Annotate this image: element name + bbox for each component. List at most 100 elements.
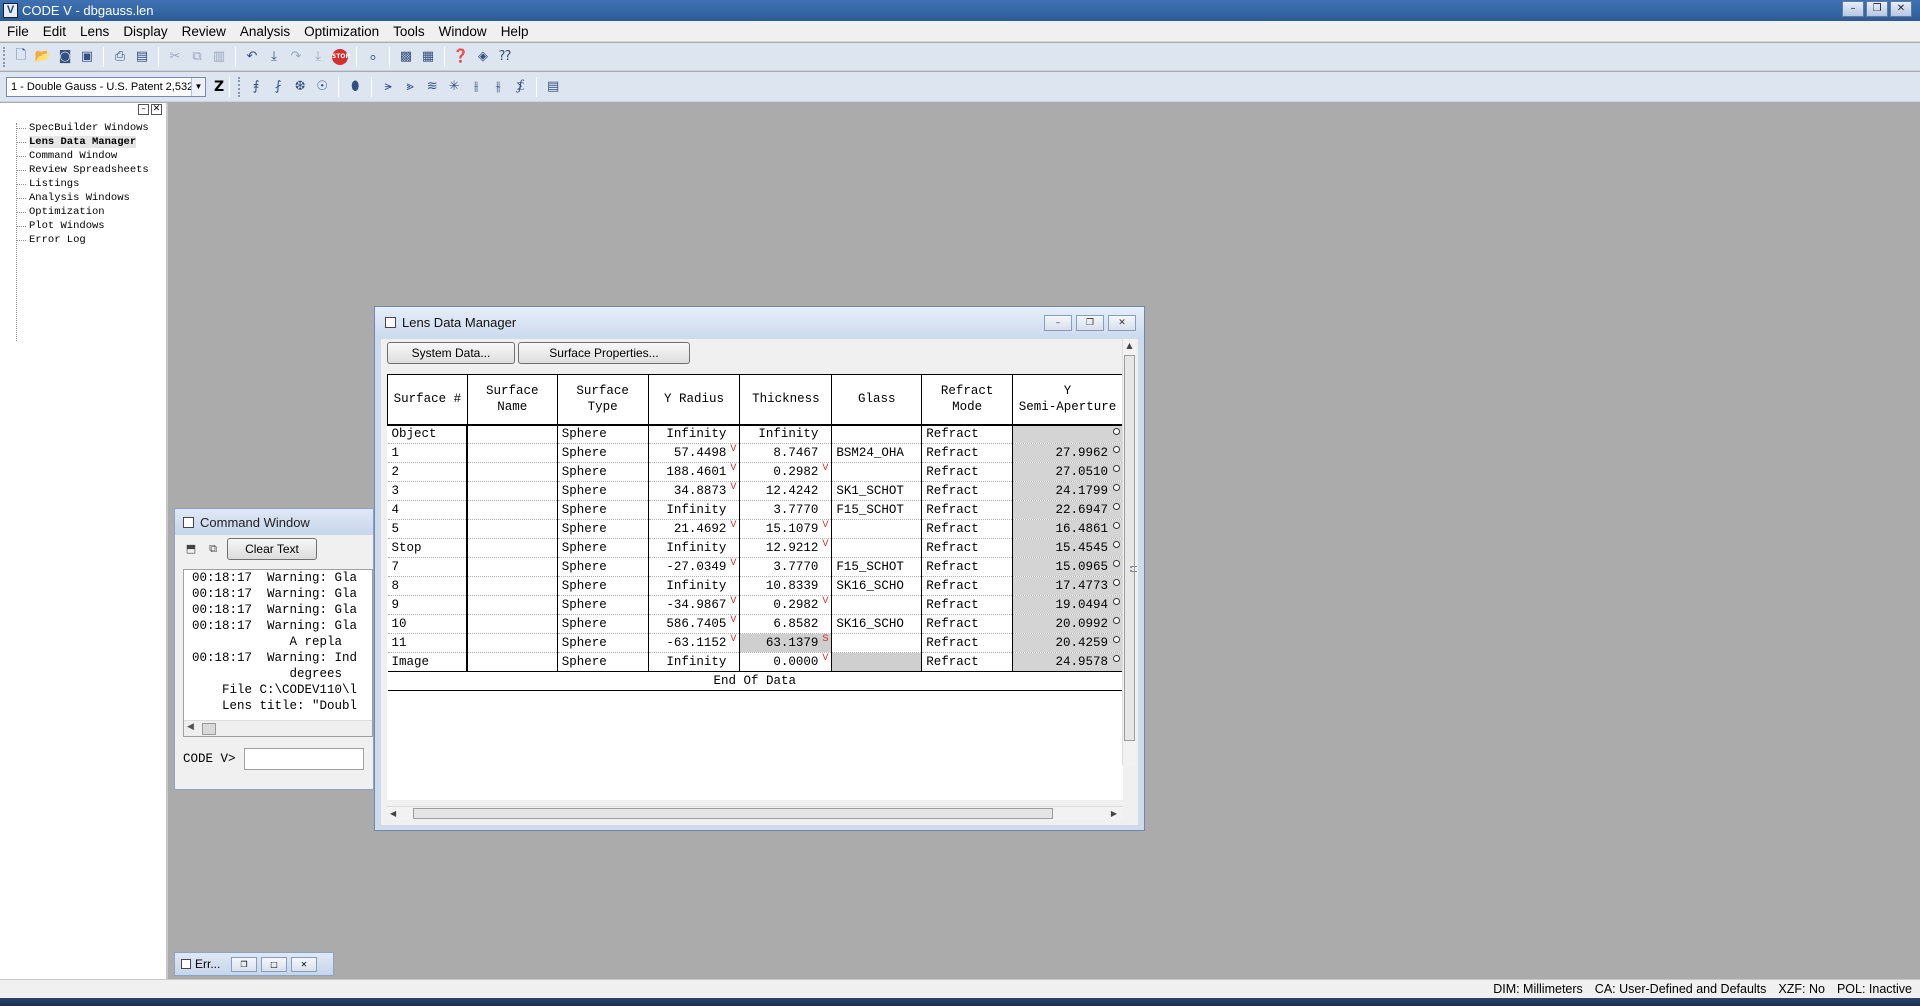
close-icon[interactable]: ✕ [151, 104, 162, 115]
surface-cell[interactable]: Stop [387, 538, 469, 558]
aperture-mode-icon[interactable] [1113, 579, 1120, 586]
minimize-icon[interactable]: – [1044, 315, 1072, 331]
surface-properties-button[interactable]: Surface Properties... [518, 342, 690, 364]
variable-flag[interactable]: V [730, 462, 736, 472]
save-as-icon[interactable]: ▣ [76, 46, 98, 68]
aperture-mode-icon[interactable] [1113, 560, 1120, 567]
scroll-thumb[interactable] [413, 808, 1053, 819]
glass-cell[interactable] [831, 652, 923, 672]
thickness-cell[interactable]: 3.7770 [739, 500, 833, 520]
lens-select-dropdown[interactable]: 1 - Double Gauss - U.S. Patent 2,532,751… [6, 76, 206, 97]
surface-type-cell[interactable]: Sphere [557, 576, 649, 596]
aperture-mode-icon[interactable] [1113, 446, 1120, 453]
menu-optimization[interactable]: Optimization [297, 24, 386, 39]
column-header-semi-aperture[interactable]: Y Semi-Aperture [1012, 374, 1123, 426]
command-input[interactable] [243, 748, 364, 770]
menu-tools[interactable]: Tools [386, 24, 432, 39]
horizontal-scrollbar[interactable]: ◀ [184, 720, 372, 736]
paste-icon[interactable]: ▥ [208, 46, 230, 68]
copy-icon[interactable]: ⧉ [186, 46, 208, 68]
refract-mode-cell[interactable]: Refract [921, 576, 1014, 596]
thickness-cell[interactable]: 15.1079 V [739, 519, 833, 539]
maximize-icon[interactable]: ❐ [1866, 1, 1888, 17]
open-folder-icon[interactable]: 📂 [32, 46, 54, 68]
aperture-mode-icon[interactable] [1113, 465, 1120, 472]
close-icon[interactable]: ✕ [1108, 315, 1136, 331]
refract-mode-cell[interactable]: Refract [921, 557, 1014, 577]
nav-item-plot-windows[interactable]: Plot Windows [16, 219, 149, 233]
table-row[interactable]: 1 Sphere 57.4498 V 8.7467 BSM24_OHA Refract 27.… [387, 443, 1123, 463]
scroll-thumb[interactable] [202, 723, 216, 735]
menu-help[interactable]: Help [494, 24, 536, 39]
surface-name-cell[interactable] [467, 424, 558, 444]
variable-flag[interactable]: V [822, 595, 828, 605]
ray-aberration-icon[interactable]: ⪢ [399, 76, 421, 98]
column-header-surface[interactable]: Surface # [387, 374, 468, 426]
lens-element-icon[interactable]: ⬮ [344, 76, 366, 98]
y-radius-cell[interactable]: 188.4601 V [648, 462, 741, 482]
aperture-mode-icon[interactable] [1113, 522, 1120, 529]
surface-type-cell[interactable]: Sphere [557, 538, 649, 558]
aperture-mode-icon[interactable] [1113, 541, 1120, 548]
surface-name-cell[interactable] [467, 652, 558, 672]
table-row[interactable]: 11 Sphere -63.1152 V 63.1379 S Refract 20.4259 [387, 633, 1123, 653]
minimize-icon[interactable]: – [1842, 1, 1864, 17]
surface-type-cell[interactable]: Sphere [557, 481, 649, 501]
scroll-up-icon[interactable]: ▲ [1123, 339, 1136, 353]
aperture-mode-icon[interactable] [1113, 617, 1120, 624]
refract-mode-cell[interactable]: Refract [921, 424, 1014, 444]
surface-cell[interactable]: Image [387, 652, 469, 672]
surface-cell[interactable]: 2 [387, 462, 469, 482]
glass-cell[interactable]: SK16_SCHO [831, 576, 923, 596]
scroll-right-icon[interactable]: ▶ [1111, 807, 1117, 821]
semi-aperture-cell[interactable]: 15.4545 [1012, 538, 1123, 558]
numeric-format-icon[interactable]: ⸰ [362, 46, 384, 68]
menu-window[interactable]: Window [432, 24, 494, 39]
column-header-surface-name[interactable]: Surface Name [466, 374, 558, 426]
table-row[interactable]: 5 Sphere 21.4692 V 15.1079 V Refract 16.4861 [387, 519, 1123, 539]
command-output-log[interactable]: 00:18:17 Warning: Gla 00:18:17 Warning: … [183, 569, 373, 737]
surface-cell[interactable]: 10 [387, 614, 469, 634]
vertical-scrollbar[interactable]: ▲ [1122, 339, 1137, 765]
thickness-cell[interactable]: 0.2982 V [739, 462, 833, 482]
surface-name-cell[interactable] [467, 481, 558, 501]
y-radius-cell[interactable]: -63.1152 V [648, 633, 741, 653]
refract-mode-cell[interactable]: Refract [921, 443, 1014, 463]
redo-icon[interactable]: ↷ [285, 46, 307, 68]
y-radius-cell[interactable]: Infinity [648, 424, 741, 444]
y-radius-cell[interactable]: -34.9867 V [648, 595, 741, 615]
menu-review[interactable]: Review [175, 24, 233, 39]
zoom-z-button[interactable]: Z [214, 79, 224, 95]
aperture-mode-icon[interactable] [1113, 655, 1120, 662]
thickness-cell[interactable]: 0.0000 V [739, 652, 833, 672]
variable-flag[interactable]: V [822, 652, 828, 662]
help-topic-icon[interactable]: ❓ [450, 46, 472, 68]
surface-type-cell[interactable]: Sphere [557, 500, 649, 520]
glass-cell[interactable]: BSM24_OHA [831, 443, 923, 463]
refract-mode-cell[interactable]: Refract [921, 481, 1014, 501]
solve-icon[interactable]: ☉ [311, 76, 333, 98]
nav-item-lens-data-manager[interactable]: Lens Data Manager [16, 135, 149, 149]
menu-lens[interactable]: Lens [73, 24, 116, 39]
clear-text-button[interactable]: Clear Text [227, 538, 317, 560]
surface-cell[interactable]: 7 [387, 557, 469, 577]
thickness-cell[interactable]: 12.9212 V [739, 538, 833, 558]
glass-cell[interactable]: SK16_SCHO [831, 614, 923, 634]
table-row[interactable]: 10 Sphere 586.7405 V 6.8582 SK16_SCHO Refract 2… [387, 614, 1123, 634]
y-radius-cell[interactable]: Infinity [648, 538, 741, 558]
new-file-icon[interactable]: 🗋 [10, 46, 32, 68]
scroll-thumb[interactable] [1124, 355, 1137, 741]
horizontal-scrollbar[interactable]: ◀ ▶ [387, 806, 1123, 820]
surface-type-cell[interactable]: Sphere [557, 614, 649, 634]
book-icon[interactable]: ◈ [472, 46, 494, 68]
copy-log-icon[interactable]: ⧉ [205, 542, 221, 556]
restore-icon[interactable]: ❐ [231, 956, 257, 972]
glass-cell[interactable] [831, 633, 923, 653]
nav-item-review-spreadsheets[interactable]: Review Spreadsheets [16, 163, 149, 177]
error-log-minimized-window[interactable]: Err... ❐ □ ✕ [174, 952, 334, 976]
step-down-icon[interactable]: ⤓ [263, 46, 285, 68]
column-header-glass[interactable]: Glass [831, 374, 923, 426]
surface-cell[interactable]: Object [387, 424, 469, 444]
aperture-mode-icon[interactable] [1113, 427, 1120, 435]
system-data-button[interactable]: System Data... [387, 342, 515, 364]
